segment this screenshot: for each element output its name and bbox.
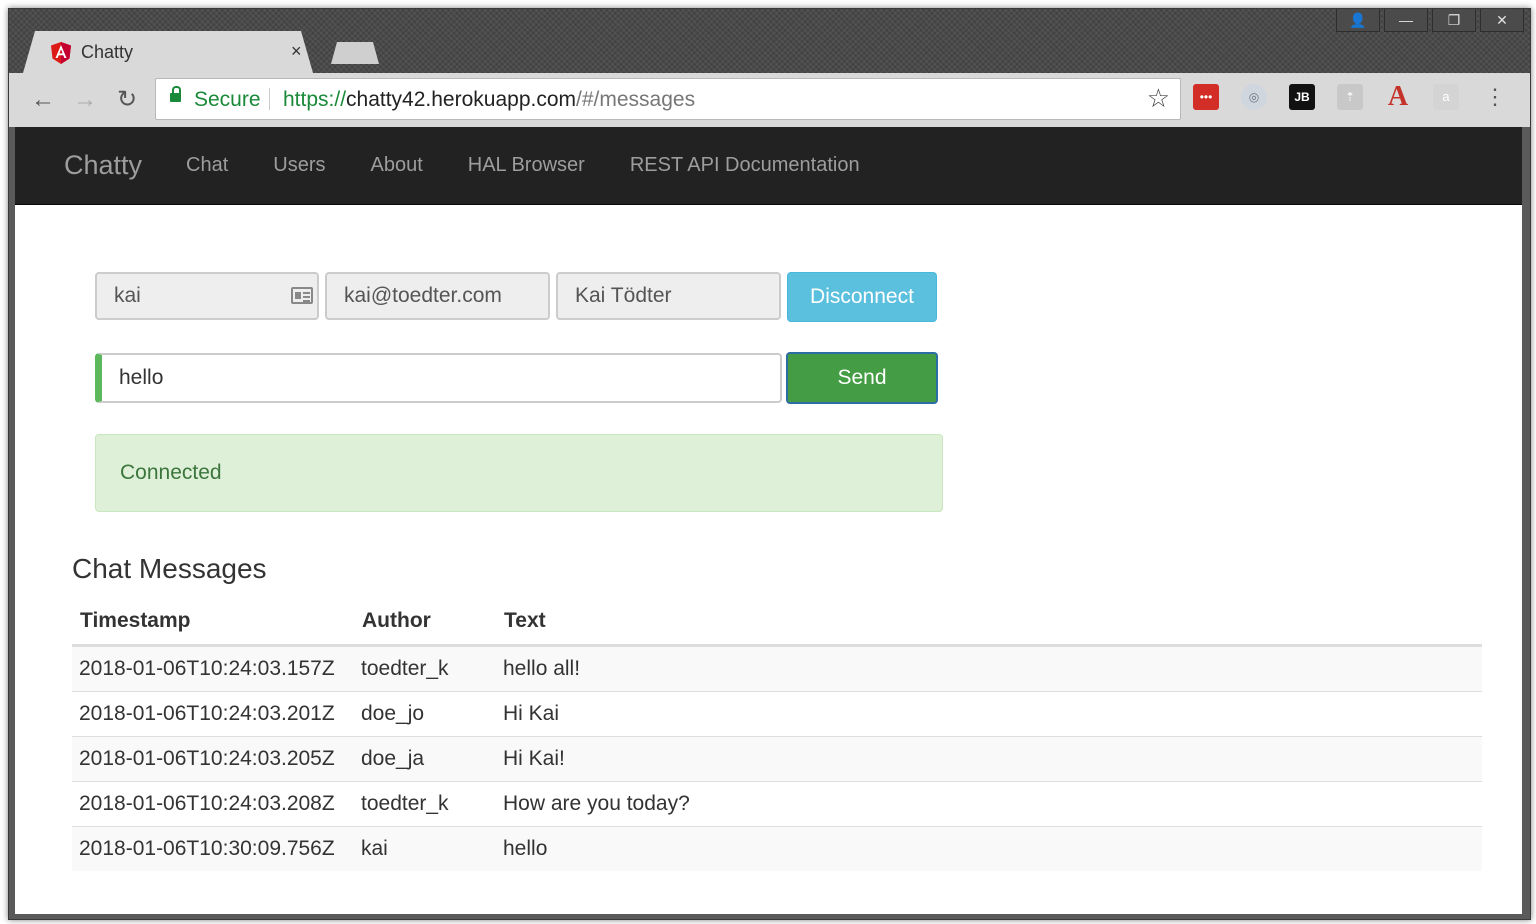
address-bar[interactable]: Secure https://chatty42.herokuapp.com/#/… bbox=[155, 78, 1181, 120]
nav-link-users[interactable]: Users bbox=[273, 154, 325, 177]
cell-text: How are you today? bbox=[496, 781, 1482, 827]
cell-author: doe_jo bbox=[354, 691, 496, 737]
cell-text: hello bbox=[496, 826, 1482, 871]
lastpass-icon[interactable]: ••• bbox=[1193, 84, 1219, 110]
cell-timestamp: 2018-01-06T10:30:09.756Z bbox=[72, 826, 354, 871]
url-path: /#/messages bbox=[576, 88, 696, 111]
address-separator bbox=[269, 88, 270, 110]
cell-timestamp: 2018-01-06T10:24:03.205Z bbox=[72, 736, 354, 782]
cell-author: kai bbox=[354, 826, 496, 871]
url-host: chatty42.herokuapp.com bbox=[346, 88, 577, 111]
table-header-row: Timestamp Author Text bbox=[72, 598, 1482, 647]
column-header-author: Author bbox=[354, 598, 496, 647]
amazon-icon[interactable]: a bbox=[1433, 84, 1459, 110]
table-row: 2018-01-06T10:24:03.201Z doe_jo Hi Kai bbox=[72, 691, 1482, 737]
nav-link-about[interactable]: About bbox=[370, 154, 422, 177]
jetbrains-icon[interactable]: JB bbox=[1289, 84, 1315, 110]
page-content: Chatty Chat Users About HAL Browser REST… bbox=[15, 127, 1522, 914]
status-text: Connected bbox=[120, 461, 222, 484]
cell-timestamp: 2018-01-06T10:24:03.201Z bbox=[72, 691, 354, 737]
email-field[interactable]: kai@toedter.com bbox=[325, 272, 550, 320]
cell-author: doe_ja bbox=[354, 736, 496, 782]
cell-author: toedter_k bbox=[354, 645, 496, 692]
url-scheme: https:// bbox=[283, 88, 347, 111]
maximize-button[interactable]: ❐ bbox=[1432, 9, 1476, 32]
username-value: kai bbox=[114, 284, 141, 307]
disconnect-button[interactable]: Disconnect bbox=[787, 272, 937, 322]
window-controls: 👤 — ❐ ✕ bbox=[1332, 9, 1524, 32]
chat-messages-title: Chat Messages bbox=[72, 553, 267, 584]
reload-icon[interactable]: ↻ bbox=[111, 85, 143, 115]
navbar-links: Chat Users About HAL Browser REST API Do… bbox=[186, 154, 905, 177]
column-header-text: Text bbox=[496, 598, 1482, 647]
full-name-value: Kai Tödter bbox=[575, 284, 672, 307]
email-value: kai@toedter.com bbox=[344, 284, 502, 307]
url-text[interactable]: https://chatty42.herokuapp.com/#/message… bbox=[283, 88, 695, 112]
title-bar: Chatty × 👤 — ❐ ✕ bbox=[9, 9, 1530, 73]
connection-status-alert: Connected bbox=[95, 434, 943, 512]
secure-label: Secure bbox=[194, 88, 261, 111]
minimize-button[interactable]: — bbox=[1384, 9, 1428, 32]
forward-icon[interactable]: → bbox=[69, 85, 101, 115]
tab-title: Chatty bbox=[81, 42, 134, 62]
nav-link-rest-api-docs[interactable]: REST API Documentation bbox=[630, 154, 860, 177]
lock-icon bbox=[170, 86, 181, 102]
bookmark-star-icon[interactable]: ☆ bbox=[1147, 83, 1170, 114]
table-row: 2018-01-06T10:24:03.157Z toedter_k hello… bbox=[72, 645, 1482, 692]
app-navbar: Chatty Chat Users About HAL Browser REST… bbox=[15, 127, 1522, 205]
close-window-button[interactable]: ✕ bbox=[1480, 9, 1524, 32]
browser-window: Chatty × 👤 — ❐ ✕ ← → ↻ Secure https://ch… bbox=[8, 8, 1531, 920]
close-tab-icon[interactable]: × bbox=[291, 41, 302, 62]
sync-icon[interactable]: ◎ bbox=[1241, 84, 1267, 110]
message-input[interactable]: hello bbox=[95, 353, 782, 403]
browser-menu-icon[interactable]: ⋮ bbox=[1484, 82, 1506, 112]
messages-table: Timestamp Author Text 2018-01-06T10:24:0… bbox=[72, 598, 1482, 871]
nav-link-hal-browser[interactable]: HAL Browser bbox=[468, 154, 585, 177]
cell-timestamp: 2018-01-06T10:24:03.157Z bbox=[72, 645, 354, 692]
table-row: 2018-01-06T10:24:03.208Z toedter_k How a… bbox=[72, 781, 1482, 827]
cell-text: hello all! bbox=[496, 645, 1482, 692]
profile-icon[interactable]: 👤 bbox=[1336, 9, 1380, 32]
adobe-acrobat-icon[interactable]: A bbox=[1385, 83, 1411, 111]
username-field[interactable]: kai bbox=[95, 272, 319, 320]
navbar-brand[interactable]: Chatty bbox=[64, 150, 142, 181]
column-header-timestamp: Timestamp bbox=[72, 598, 354, 647]
cell-text: Hi Kai! bbox=[496, 736, 1482, 782]
tab-icon[interactable]: ⇡ bbox=[1337, 84, 1363, 110]
cell-timestamp: 2018-01-06T10:24:03.208Z bbox=[72, 781, 354, 827]
cell-author: toedter_k bbox=[354, 781, 496, 827]
back-icon[interactable]: ← bbox=[27, 85, 59, 115]
new-tab-button[interactable] bbox=[331, 42, 379, 64]
send-button[interactable]: Send bbox=[786, 352, 938, 404]
browser-toolbar: ← → ↻ Secure https://chatty42.herokuapp.… bbox=[9, 73, 1530, 127]
angular-icon bbox=[51, 42, 71, 64]
table-row: 2018-01-06T10:30:09.756Z kai hello bbox=[72, 826, 1482, 871]
message-input-value: hello bbox=[119, 366, 164, 389]
table-row: 2018-01-06T10:24:03.205Z doe_ja Hi Kai! bbox=[72, 736, 1482, 782]
browser-tab[interactable]: Chatty × bbox=[23, 31, 313, 73]
contact-card-icon[interactable] bbox=[291, 287, 313, 304]
full-name-field[interactable]: Kai Tödter bbox=[556, 272, 781, 320]
cell-text: Hi Kai bbox=[496, 691, 1482, 737]
nav-link-chat[interactable]: Chat bbox=[186, 154, 228, 177]
